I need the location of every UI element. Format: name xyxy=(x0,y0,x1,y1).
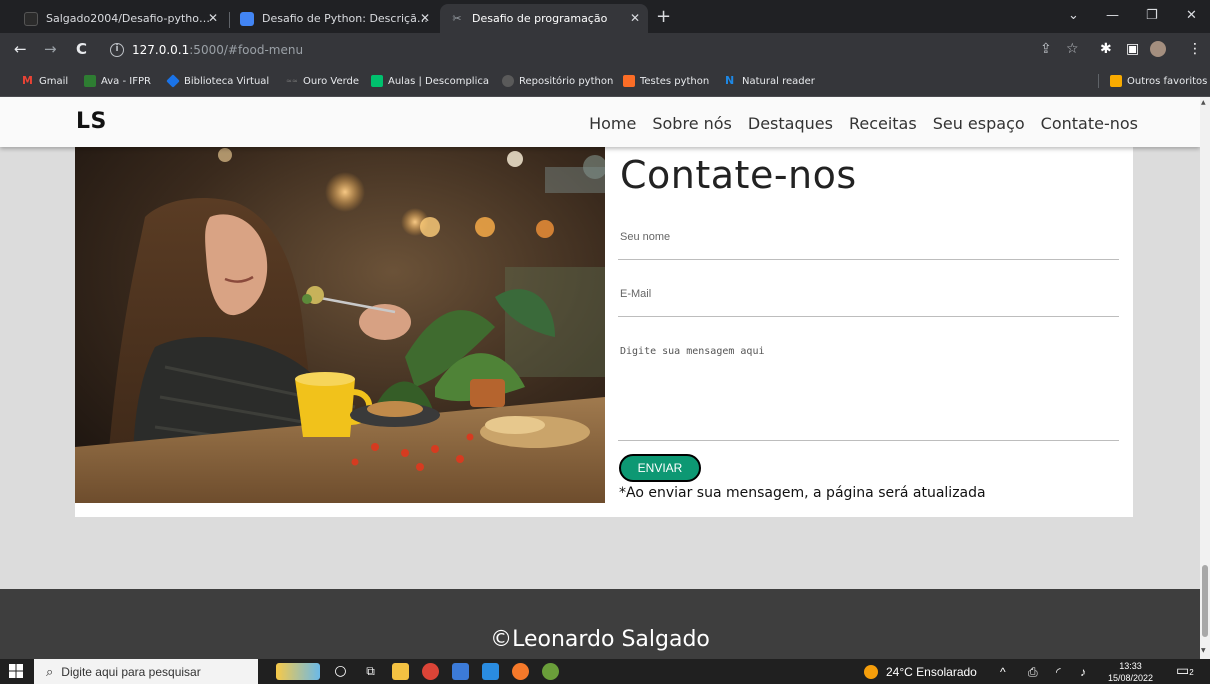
gmail-icon: M xyxy=(22,74,33,87)
descomplica-icon xyxy=(371,75,383,87)
chrome-icon[interactable] xyxy=(422,663,439,680)
docs-icon xyxy=(240,11,254,26)
site-info-icon[interactable]: i xyxy=(110,43,124,57)
github-icon xyxy=(502,75,514,87)
site-menu: Home Sobre nós Destaques Receitas Seu es… xyxy=(589,114,1138,133)
bookmark-biblioteca[interactable]: Biblioteca Virtual xyxy=(166,74,269,88)
site-logo[interactable]: LS xyxy=(76,109,107,134)
side-panel-icon[interactable]: ▣ xyxy=(1126,41,1139,57)
email-input[interactable]: E-Mail xyxy=(618,275,1119,317)
natural-reader-icon: N xyxy=(725,74,735,87)
reload-icon[interactable]: C xyxy=(76,41,87,57)
minimize-button[interactable]: — xyxy=(1106,8,1119,23)
more-menu-icon[interactable]: ⋮ xyxy=(1188,41,1202,57)
close-tab-icon[interactable]: ✕ xyxy=(420,11,430,25)
address-toolbar: ← → C i 127.0.0.1:5000/#food-menu ⇪ ☆ ✱ … xyxy=(0,33,1210,66)
bookmark-ava[interactable]: Ava - IFPR xyxy=(84,75,151,87)
bookmark-natural-reader[interactable]: N Natural reader xyxy=(725,75,815,87)
app-icon[interactable] xyxy=(452,663,469,680)
windows-start-icon[interactable] xyxy=(9,664,23,678)
url-host: 127.0.0.1 xyxy=(132,43,190,57)
name-input[interactable]: Seu nome xyxy=(618,219,1119,260)
github-icon xyxy=(24,11,38,26)
tab-title: Desafio de programação xyxy=(472,12,608,25)
page-scrollbar[interactable]: ▲ ▼ xyxy=(1200,97,1210,659)
forward-arrow-icon[interactable]: → xyxy=(44,41,57,57)
bookmark-star-icon[interactable]: ☆ xyxy=(1066,41,1079,57)
vscode-icon[interactable] xyxy=(482,663,499,680)
woman-eating-photo xyxy=(75,147,605,503)
scroll-thumb[interactable] xyxy=(1202,565,1208,637)
send-button[interactable]: ENVIAR xyxy=(619,454,701,482)
sun-icon xyxy=(864,665,878,679)
url-field[interactable]: i 127.0.0.1:5000/#food-menu xyxy=(110,39,650,61)
nav-contate-nos[interactable]: Contate-nos xyxy=(1041,114,1138,133)
library-icon xyxy=(166,74,180,88)
task-view-icon[interactable]: ⧉ xyxy=(362,663,379,680)
ifpr-icon xyxy=(84,75,96,87)
notifications-icon[interactable]: ▭2 xyxy=(1176,662,1194,679)
bookmark-gmail[interactable]: M Gmail xyxy=(22,75,68,87)
bookmarks-bar: M Gmail Ava - IFPR Biblioteca Virtual ≈≈ O… xyxy=(0,66,1210,97)
nav-home[interactable]: Home xyxy=(589,114,636,133)
site-navbar: LS Home Sobre nós Destaques Receitas Seu… xyxy=(0,97,1200,147)
bookmark-repositorio[interactable]: Repositório python xyxy=(502,75,613,87)
notification-count: 2 xyxy=(1189,668,1194,677)
footer-copyright: ©Leonardo Salgado xyxy=(490,627,710,652)
python-app-icon[interactable] xyxy=(542,663,559,680)
search-highlight-icon[interactable] xyxy=(276,663,320,680)
close-tab-icon[interactable]: ✕ xyxy=(630,11,640,25)
nav-seu-espaco[interactable]: Seu espaço xyxy=(933,114,1025,133)
back-arrow-icon[interactable]: ← xyxy=(14,41,27,57)
message-textarea[interactable]: Digite sua mensagem aqui xyxy=(618,333,1119,441)
share-icon[interactable]: ⇪ xyxy=(1040,41,1052,57)
bookmark-testes[interactable]: Testes python xyxy=(623,75,709,87)
close-tab-icon[interactable]: ✕ xyxy=(208,11,218,25)
browser-tab-bar: Salgado2004/Desafio-python: De ✕ Desafio… xyxy=(0,0,1210,33)
profile-avatar[interactable] xyxy=(1150,41,1166,57)
tab-google-docs[interactable]: Desafio de Python: Descrição pro ✕ xyxy=(230,4,438,33)
tab-active[interactable]: ✂ Desafio de programação ✕ xyxy=(440,4,648,33)
site-footer: ©Leonardo Salgado xyxy=(0,589,1200,659)
scroll-up-arrow-icon[interactable]: ▲ xyxy=(1201,99,1206,106)
scroll-down-arrow-icon[interactable]: ▼ xyxy=(1201,647,1206,654)
cutlery-icon: ✂ xyxy=(452,11,462,25)
nav-destaques[interactable]: Destaques xyxy=(748,114,833,133)
cortana-icon[interactable]: ○ xyxy=(332,663,349,680)
chevron-up-icon[interactable]: ^ xyxy=(1000,665,1006,679)
nav-receitas[interactable]: Receitas xyxy=(849,114,917,133)
close-window-button[interactable]: ✕ xyxy=(1186,8,1197,23)
submit-note: *Ao enviar sua mensagem, a página será a… xyxy=(619,485,986,501)
web-page: LS Home Sobre nós Destaques Receitas Seu… xyxy=(0,97,1200,659)
bookmark-descomplica[interactable]: Aulas | Descomplica xyxy=(371,75,489,87)
url-path: :5000/#food-menu xyxy=(189,43,304,57)
contact-section: Contate-nos Seu nome E-Mail Digite sua m… xyxy=(75,147,1133,517)
tab-search-icon[interactable]: ⌄ xyxy=(1068,8,1079,23)
other-favorites[interactable]: Outros favoritos xyxy=(1110,75,1207,87)
bookmark-ouro-verde[interactable]: ≈≈ Ouro Verde xyxy=(286,75,359,87)
ouro-verde-icon: ≈≈ xyxy=(286,77,298,85)
wifi-icon[interactable]: ◜ xyxy=(1056,665,1061,679)
extensions-icon[interactable]: ✱ xyxy=(1100,41,1112,57)
tab-title: Desafio de Python: Descrição pro xyxy=(262,12,428,25)
restore-button[interactable]: ❐ xyxy=(1146,8,1158,23)
weather-widget[interactable]: 24°C Ensolarado xyxy=(864,665,977,679)
taskbar-search[interactable]: ⌕ Digite aqui para pesquisar xyxy=(34,659,258,684)
file-explorer-icon[interactable] xyxy=(392,663,409,680)
contact-title: Contate-nos xyxy=(620,153,857,197)
search-icon: ⌕ xyxy=(46,663,54,679)
blender-icon[interactable] xyxy=(512,663,529,680)
meet-now-icon[interactable]: ⎙ xyxy=(1028,665,1038,680)
new-tab-button[interactable]: + xyxy=(656,8,671,26)
nav-sobre-nos[interactable]: Sobre nós xyxy=(652,114,732,133)
tab-github[interactable]: Salgado2004/Desafio-python: De ✕ xyxy=(14,4,226,33)
system-clock[interactable]: 13:33 15/08/2022 xyxy=(1108,660,1153,684)
folder-icon xyxy=(1110,75,1122,87)
windows-taskbar: ⌕ Digite aqui para pesquisar ○ ⧉ 24°C En… xyxy=(0,659,1210,684)
volume-icon[interactable]: ♪ xyxy=(1080,665,1086,679)
gitlab-icon xyxy=(623,75,635,87)
tab-title: Salgado2004/Desafio-python: De xyxy=(46,12,216,25)
